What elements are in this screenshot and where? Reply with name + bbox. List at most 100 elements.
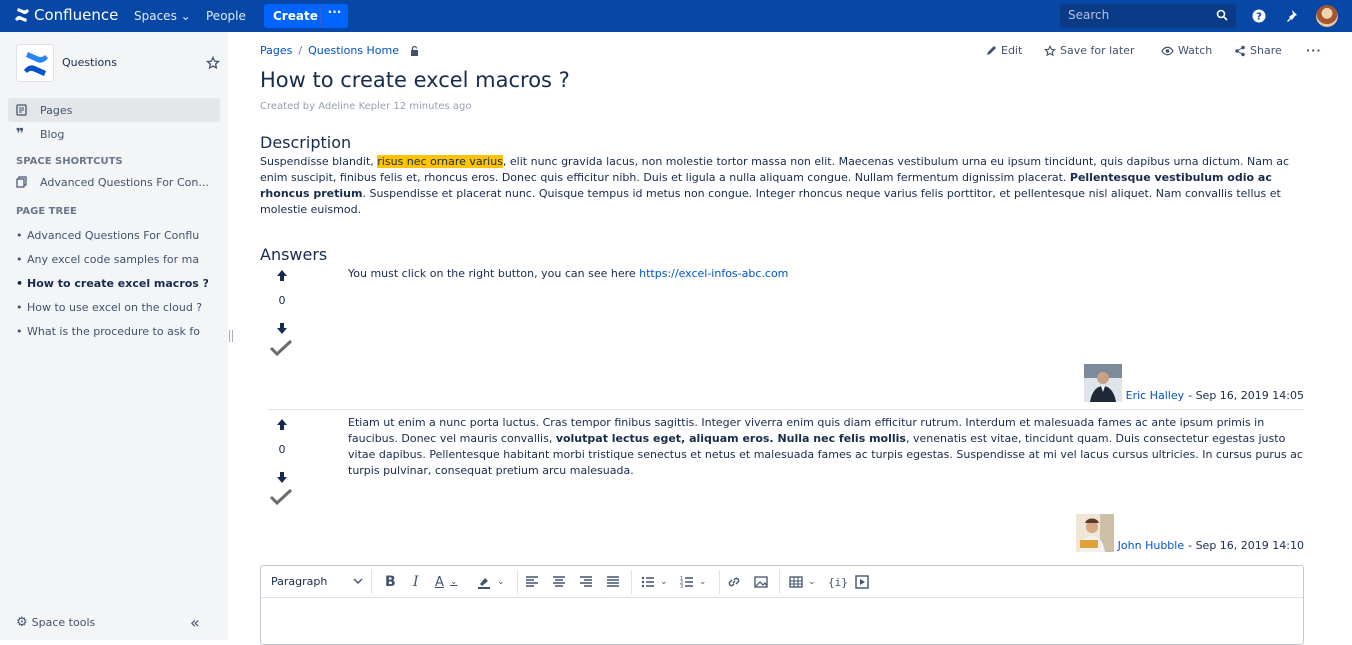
pages-icon [16, 104, 30, 116]
pencil-icon [987, 46, 996, 55]
page-tree-label: Any excel code samples for ma [27, 253, 200, 266]
space-tools-button[interactable]: ⚙ Space tools [16, 615, 95, 630]
highlight-icon[interactable]: ⌄ [477, 574, 505, 590]
image-icon[interactable] [754, 574, 768, 590]
watch-button[interactable]: Watch [1161, 44, 1212, 57]
page-title: How to create excel macros ? [260, 68, 570, 92]
shortcut-label: Advanced Questions For Con... [40, 175, 209, 189]
align-center-icon[interactable] [552, 574, 566, 590]
avatar[interactable] [1083, 364, 1122, 402]
page-tree-label: How to use excel on the cloud ? [27, 301, 203, 314]
star-outline-icon [1044, 44, 1056, 56]
sidebar-item-label: Blog [40, 127, 65, 141]
text-color-icon[interactable]: A ⌄ [435, 574, 457, 590]
quote-icon: ❞ [16, 126, 25, 142]
share-button[interactable]: Share [1234, 44, 1282, 57]
page-tree-item[interactable]: • How to use excel on the cloud ? [16, 301, 208, 314]
create-more-button[interactable]: ··· [320, 4, 348, 28]
author-name[interactable]: John Hubble [1118, 539, 1184, 552]
upvote-icon[interactable] [275, 417, 289, 431]
breadcrumb-separator: / [298, 44, 303, 57]
create-button[interactable]: Create ··· [264, 4, 348, 28]
numbered-list-icon[interactable]: 1 2 3 ⌄ [680, 574, 707, 590]
page-tree-item[interactable]: • What is the procedure to ask fo [16, 325, 208, 338]
copy-icon [16, 176, 30, 188]
italic-icon[interactable]: I [413, 574, 419, 590]
answer-editor[interactable]: Paragraph B I A ⌄ ⌄ ⌄ 1 2 3 ⌄ ⌄ {i} [260, 565, 1304, 645]
space-tools-label: Space tools [31, 616, 96, 629]
description-text-1: Suspendisse blandit, [260, 155, 378, 168]
bullet-list-icon[interactable]: ⌄ [641, 574, 668, 590]
answers-heading: Answers [260, 245, 328, 264]
answer-author: Eric Halley - Sep 16, 2019 14:05 [1083, 364, 1304, 402]
sidebar-item-blog[interactable]: ❞ Blog [8, 122, 220, 146]
downvote-icon[interactable] [275, 322, 289, 336]
space-name[interactable]: Questions [62, 56, 117, 69]
breadcrumb-pages[interactable]: Pages [260, 44, 292, 57]
align-right-icon[interactable] [579, 574, 593, 590]
confluence-logo[interactable]: Confluence [14, 6, 118, 24]
edit-button[interactable]: Edit [986, 44, 1022, 57]
page-tree-item[interactable]: • Advanced Questions For Conflu [16, 229, 208, 242]
answer-date: - Sep 16, 2019 14:05 [1188, 389, 1304, 402]
downvote-icon[interactable] [275, 471, 289, 485]
top-navigation: Confluence Spaces ⌄ People Create ··· Se… [0, 0, 1352, 32]
toolbar-divider [517, 570, 518, 594]
avatar[interactable] [1075, 514, 1114, 552]
highlighted-text: risus nec ornare varius [377, 155, 503, 168]
table-icon[interactable]: ⌄ [789, 574, 816, 590]
svg-text:3: 3 [680, 584, 683, 589]
page-tree-item[interactable]: • Any excel code samples for ma [16, 253, 208, 266]
collapse-sidebar-icon[interactable]: « [190, 615, 200, 631]
notifications-icon[interactable] [1283, 8, 1299, 24]
paragraph-format-select[interactable]: Paragraph [271, 575, 327, 588]
answer-bold-text: volutpat lectus eget, aliquam eros. Null… [555, 432, 906, 445]
code-macro-icon[interactable]: {i} [828, 574, 848, 590]
page-tree-item-current[interactable]: • How to create excel macros ? [16, 277, 208, 290]
answer-text: You must click on the right button, you … [348, 267, 640, 280]
share-label: Share [1250, 44, 1282, 57]
chevron-down-icon: ⌄ [180, 9, 191, 23]
space-logo[interactable] [16, 44, 54, 82]
confluence-logo-icon [15, 8, 29, 22]
spaces-label: Spaces [134, 9, 177, 23]
editor-toolbar: Paragraph B I A ⌄ ⌄ ⌄ 1 2 3 ⌄ ⌄ {i} [261, 566, 1303, 598]
save-for-later-button[interactable]: Save for later [1044, 44, 1135, 57]
align-left-icon[interactable] [525, 574, 539, 590]
toolbar-divider [719, 570, 720, 594]
page-byline: Created by Adeline Kepler 12 minutes ago [260, 101, 472, 112]
edit-label: Edit [1001, 44, 1023, 57]
accept-answer-check-icon[interactable] [268, 487, 294, 507]
sidebar-item-label: Pages [40, 103, 73, 117]
more-actions-icon[interactable]: ··· [1306, 44, 1322, 57]
spaces-menu[interactable]: Spaces ⌄ [134, 9, 191, 23]
chevron-down-icon[interactable] [353, 578, 363, 585]
confluence-space-icon [24, 52, 48, 76]
search-placeholder: Search [1068, 8, 1110, 22]
page-tree-label: Advanced Questions For Conflu [27, 229, 200, 242]
upvote-icon[interactable] [275, 268, 289, 282]
breadcrumb-questions-home[interactable]: Questions Home [308, 44, 399, 57]
accept-answer-check-icon[interactable] [268, 338, 294, 358]
eye-icon [1161, 46, 1174, 55]
toolbar-divider [779, 570, 780, 594]
avatar[interactable] [1316, 5, 1338, 27]
shortcut-item[interactable]: Advanced Questions For Con... [8, 170, 220, 194]
restrictions-icon[interactable] [409, 45, 421, 57]
answer-link[interactable]: https://excel-infos-abc.com [639, 267, 788, 280]
sidebar-resize-handle[interactable] [229, 330, 233, 342]
align-justify-icon[interactable] [606, 574, 620, 590]
link-icon[interactable] [727, 574, 741, 590]
help-icon[interactable]: ? [1251, 8, 1267, 24]
page-tree-heading: PAGE TREE [16, 206, 77, 217]
answer-author: John Hubble - Sep 16, 2019 14:10 [1075, 514, 1304, 552]
media-icon[interactable] [855, 574, 869, 590]
people-link[interactable]: People [206, 9, 246, 23]
share-icon [1235, 45, 1245, 56]
star-icon[interactable] [206, 56, 220, 70]
search-input[interactable]: Search [1060, 4, 1236, 28]
sidebar-item-pages[interactable]: Pages [8, 98, 220, 122]
author-name[interactable]: Eric Halley [1126, 389, 1184, 402]
bold-icon[interactable]: B [385, 574, 396, 590]
create-label: Create [273, 9, 318, 23]
